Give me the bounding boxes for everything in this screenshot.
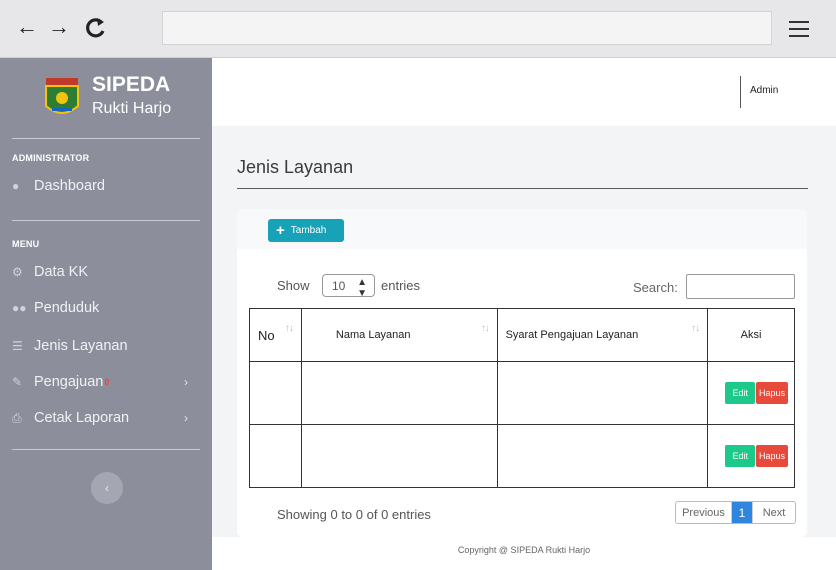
column-label: No xyxy=(258,327,275,343)
cell-aksi: Edit Hapus xyxy=(707,361,795,425)
sort-icon: ↑↓ xyxy=(691,323,700,334)
entries-value: 10 xyxy=(332,278,346,293)
palette-icon: ● xyxy=(12,179,20,193)
cell-no xyxy=(249,361,302,425)
menu-icon[interactable] xyxy=(785,13,815,43)
topbar: Admin xyxy=(212,58,836,126)
table-row: Edit Hapus xyxy=(249,361,795,425)
length-label: Show xyxy=(277,278,310,293)
sidebar-divider xyxy=(12,220,200,221)
search-label: Search: xyxy=(633,280,678,295)
brand[interactable]: SIPEDA Rukti Harjo xyxy=(0,58,212,138)
select-arrows-icon: ▲ ▼ xyxy=(357,277,367,299)
gear-icon: ⚙ xyxy=(12,265,23,279)
sidebar-divider xyxy=(12,449,200,450)
sidebar-item-jenis-layanan[interactable]: ☰ Jenis Layanan xyxy=(12,334,200,358)
sidebar-item-label: Jenis Layanan xyxy=(34,338,128,354)
delete-button[interactable]: Hapus xyxy=(755,382,788,404)
forward-arrow-icon[interactable]: → xyxy=(48,12,70,42)
sidebar-item-label: Dashboard xyxy=(34,178,105,194)
pagination: Previous 1 Next xyxy=(675,501,796,524)
table-header-row: No ↑↓ Nama Layanan ↑↓ Syarat Pengajuan L… xyxy=(249,308,795,362)
table-row: Edit Hapus xyxy=(249,424,795,488)
edit-button[interactable]: Edit xyxy=(725,445,755,467)
entries-label: entries xyxy=(381,278,421,293)
logo-icon xyxy=(45,78,79,114)
add-button[interactable]: + Tambah xyxy=(268,219,344,242)
add-button-label: Tambah xyxy=(290,225,327,236)
column-label: Syarat Pengajuan Layanan xyxy=(505,329,639,341)
sidebar-divider xyxy=(12,138,200,139)
cell-nama xyxy=(300,361,498,425)
users-icon: ●● xyxy=(12,301,27,315)
chevron-right-icon: › xyxy=(184,411,188,425)
section-label-menu: MENU xyxy=(12,239,40,249)
sidebar-item-dashboard[interactable]: ● Dashboard xyxy=(12,174,200,198)
cell-syarat xyxy=(496,361,709,425)
footer: Copyright @ SIPEDA Rukti Harjo xyxy=(212,537,836,570)
sidebar: SIPEDA Rukti Harjo ADMINISTRATOR ● Dashb… xyxy=(0,58,212,570)
address-bar[interactable] xyxy=(162,11,772,45)
cell-nama xyxy=(300,424,498,488)
edit-icon: ✎ xyxy=(12,375,23,389)
list-icon: ☰ xyxy=(12,339,23,353)
back-arrow-icon[interactable]: ← xyxy=(16,12,38,42)
layanan-table: No ↑↓ Nama Layanan ↑↓ Syarat Pengajuan L… xyxy=(249,308,795,488)
card-header: + Tambah xyxy=(237,209,807,249)
sidebar-item-pengajuan[interactable]: ✎ Pengajuan 0 › xyxy=(12,370,200,394)
print-icon: ⎙ xyxy=(12,410,22,425)
search-input[interactable] xyxy=(686,274,795,299)
column-label: Nama Layanan xyxy=(335,329,411,341)
page-number-button[interactable]: 1 xyxy=(732,502,752,523)
sidebar-item-penduduk[interactable]: ●● Penduduk xyxy=(12,296,200,320)
chevron-left-icon: ‹ xyxy=(105,481,109,495)
sidebar-item-data-kk[interactable]: ⚙ Data KK xyxy=(12,260,200,284)
sidebar-item-label: Penduduk xyxy=(34,300,100,316)
user-menu[interactable]: Admin xyxy=(750,85,778,96)
chevron-right-icon: › xyxy=(184,375,188,389)
title-divider xyxy=(237,188,808,189)
sidebar-item-label: Data KK xyxy=(34,264,88,280)
notification-badge: 0 xyxy=(104,377,110,387)
sidebar-item-label: Cetak Laporan xyxy=(34,410,130,426)
cell-no xyxy=(249,424,302,488)
section-label-administrator: ADMINISTRATOR xyxy=(12,153,90,163)
column-header-aksi: Aksi xyxy=(707,308,795,362)
sidebar-toggle-button[interactable]: ‹ xyxy=(91,472,123,504)
brand-subtitle: Rukti Harjo xyxy=(92,100,172,117)
entries-select[interactable]: 10 ▲ ▼ xyxy=(322,274,375,299)
cell-syarat xyxy=(496,424,709,488)
next-page-button[interactable]: Next xyxy=(752,502,795,523)
cell-aksi: Edit Hapus xyxy=(707,424,795,488)
layanan-card: + Tambah Show 10 ▲ ▼ entries Search: No ↑… xyxy=(237,209,807,537)
reload-icon[interactable] xyxy=(82,12,108,42)
copyright-text: Copyright @ SIPEDA Rukti Harjo xyxy=(457,545,591,555)
browser-toolbar: ← → xyxy=(0,0,836,58)
sort-icon: ↑↓ xyxy=(480,323,490,334)
previous-page-button[interactable]: Previous xyxy=(676,502,732,523)
sidebar-item-label: Pengajuan xyxy=(34,374,104,390)
sort-icon: ↑↓ xyxy=(284,323,294,334)
sidebar-item-cetak-laporan[interactable]: ⎙ Cetak Laporan › xyxy=(12,406,200,430)
table-info: Showing 0 to 0 of 0 entries xyxy=(277,507,431,522)
topbar-divider xyxy=(740,76,741,108)
edit-button[interactable]: Edit xyxy=(725,382,755,404)
column-label: Aksi xyxy=(740,329,762,341)
delete-button[interactable]: Hapus xyxy=(755,445,788,467)
brand-title: SIPEDA xyxy=(92,73,171,96)
column-header-syarat[interactable]: Syarat Pengajuan Layanan ↑↓ xyxy=(496,308,709,362)
column-header-nama-layanan[interactable]: Nama Layanan ↑↓ xyxy=(300,308,498,362)
column-header-no[interactable]: No ↑↓ xyxy=(249,308,302,362)
plus-icon: + xyxy=(276,222,285,239)
page-title: Jenis Layanan xyxy=(237,157,354,177)
